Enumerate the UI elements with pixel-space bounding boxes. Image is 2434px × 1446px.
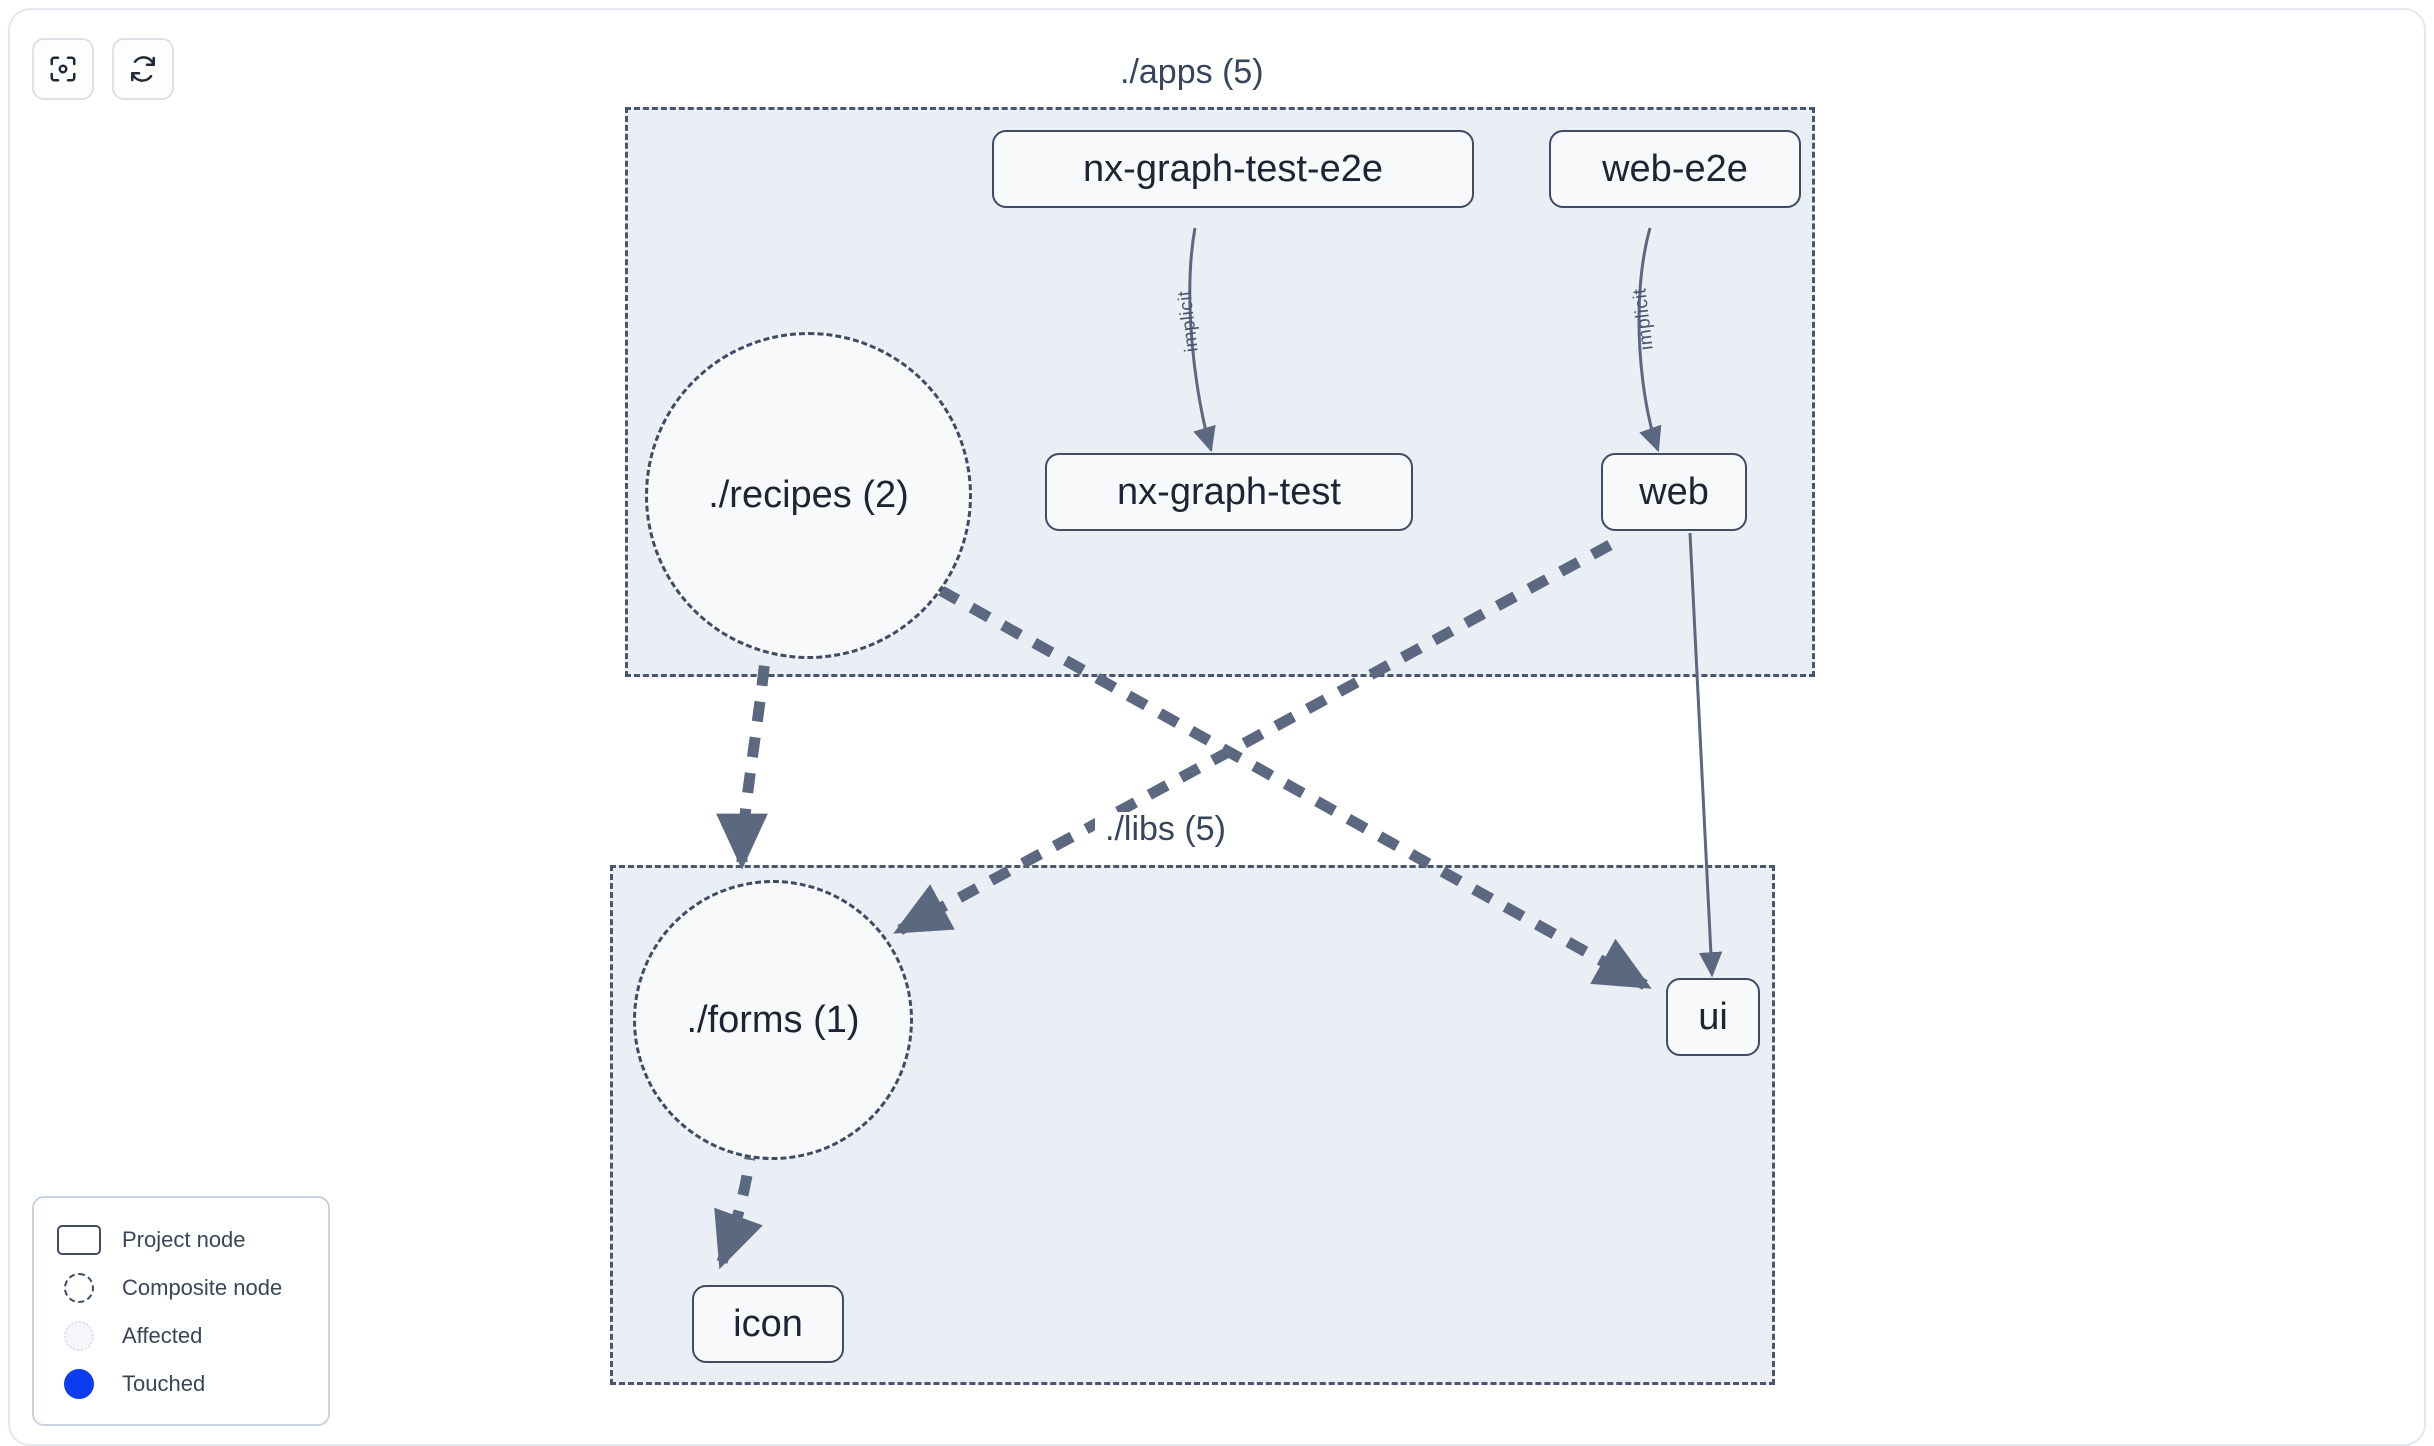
legend-label-affected: Affected xyxy=(122,1323,203,1348)
node-web[interactable]: web xyxy=(1601,453,1747,531)
legend-label-touched: Touched xyxy=(122,1371,206,1396)
group-label-libs: ./libs (5) xyxy=(1095,811,1236,848)
refresh-graph-button[interactable] xyxy=(112,38,174,100)
legend-label-composite-node: Composite node xyxy=(122,1275,283,1300)
graph-legend: Project node Composite node Affected Tou… xyxy=(32,1196,330,1426)
project-node-swatch xyxy=(56,1225,102,1255)
node-forms[interactable]: ./forms (1) xyxy=(633,880,913,1160)
affected-swatch xyxy=(56,1321,102,1351)
node-web-e2e[interactable]: web-e2e xyxy=(1549,130,1801,208)
legend-item-composite-node: Composite node xyxy=(56,1264,308,1312)
group-label-apps: ./apps (5) xyxy=(1110,54,1274,91)
legend-item-touched: Touched xyxy=(56,1360,308,1408)
composite-node-swatch xyxy=(56,1273,102,1303)
touched-swatch xyxy=(56,1369,102,1399)
node-icon[interactable]: icon xyxy=(692,1285,844,1363)
focus-graph-button[interactable] xyxy=(32,38,94,100)
graph-toolbar xyxy=(32,38,174,100)
legend-item-project-node: Project node xyxy=(56,1216,308,1264)
nx-project-graph-app: ./apps (5) ./libs (5) implicit implicit xyxy=(0,0,2434,1446)
legend-label-project-node: Project node xyxy=(122,1227,246,1252)
legend-item-affected: Affected xyxy=(56,1312,308,1360)
node-ui[interactable]: ui xyxy=(1666,978,1760,1056)
refresh-icon xyxy=(128,54,158,84)
node-nx-graph-test[interactable]: nx-graph-test xyxy=(1045,453,1413,531)
node-recipes[interactable]: ./recipes (2) xyxy=(645,332,972,659)
viewfinder-focus-icon xyxy=(48,54,78,84)
node-nx-graph-test-e2e[interactable]: nx-graph-test-e2e xyxy=(992,130,1474,208)
